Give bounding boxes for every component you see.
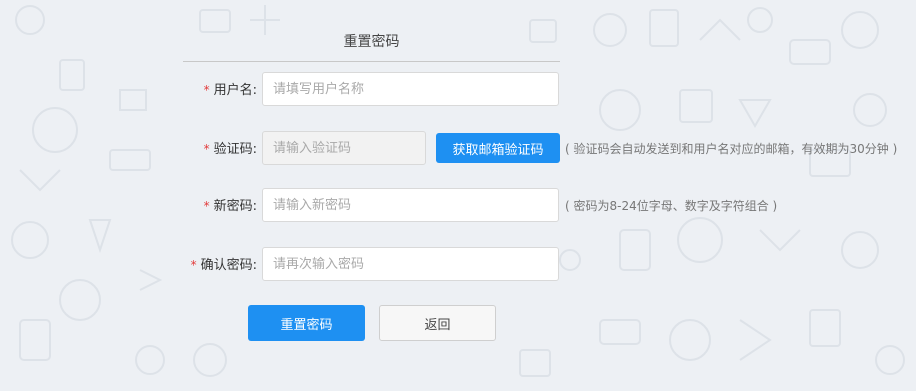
new-password-input[interactable]: [262, 188, 559, 222]
verification-code-row: *验证码: 获取邮箱验证码 ( 验证码会自动发送到和用户名对应的邮箱，有效期为3…: [0, 131, 916, 167]
confirm-password-label: * 确认密码:: [0, 247, 257, 284]
username-label-text: 用户名:: [213, 83, 257, 98]
confirm-password-input[interactable]: [262, 247, 559, 281]
username-input[interactable]: [262, 72, 559, 106]
confirm-password-row: * 确认密码:: [0, 247, 916, 283]
get-email-code-button[interactable]: 获取邮箱验证码: [436, 133, 560, 163]
title-divider: [183, 61, 560, 62]
new-password-label-text: 新密码:: [213, 199, 257, 214]
required-mark: *: [190, 258, 197, 272]
verification-code-input[interactable]: [262, 131, 426, 165]
required-mark: *: [203, 83, 210, 97]
confirm-password-label-text: 确认密码:: [200, 258, 257, 273]
required-mark: *: [203, 199, 210, 213]
back-button[interactable]: 返回: [379, 305, 496, 341]
password-rule-hint: ( 密码为8-24位字母、数字及字符组合 ): [565, 199, 778, 213]
username-row: * 用户名:: [0, 72, 916, 108]
reset-password-button[interactable]: 重置密码: [248, 305, 365, 341]
username-label: * 用户名:: [0, 72, 257, 109]
verification-code-hint: ( 验证码会自动发送到和用户名对应的邮箱，有效期为30分钟 ): [565, 142, 898, 156]
verification-code-label: * 验证码:: [0, 131, 257, 168]
page-title: 重置密码: [343, 34, 400, 50]
new-password-row: * 新密码: ( 密码为8-24位字母、数字及字符组合 ): [0, 188, 916, 224]
verification-code-label-text: 验证码:: [213, 142, 257, 157]
required-mark: *: [203, 142, 210, 156]
new-password-label: * 新密码:: [0, 188, 257, 225]
